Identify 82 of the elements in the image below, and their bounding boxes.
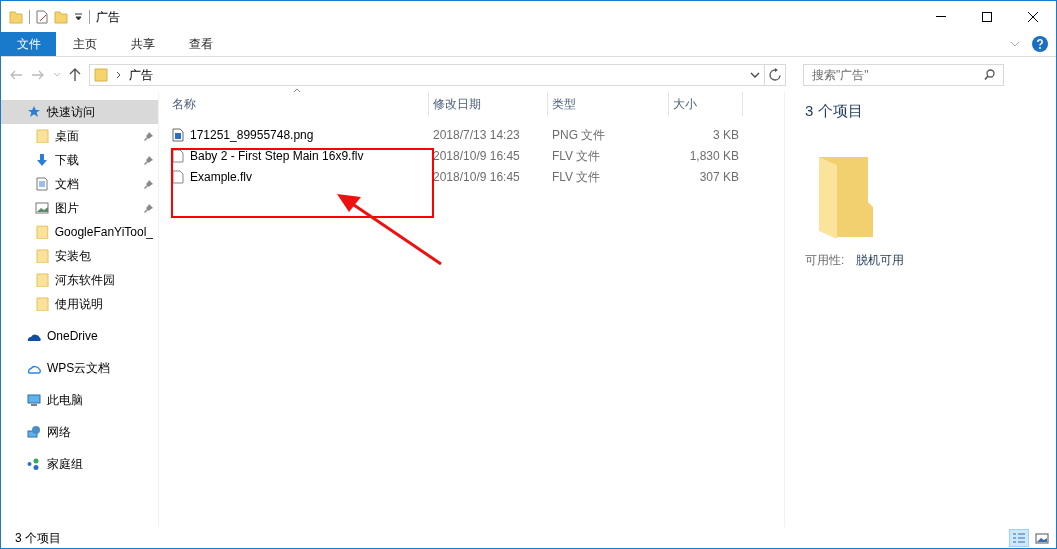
property-value: 脱机可用 xyxy=(856,251,905,269)
property-label: 可用性: xyxy=(805,251,845,269)
view-button[interactable] xyxy=(1009,528,1029,547)
folder-icon xyxy=(94,67,108,82)
dropdown-icon[interactable] xyxy=(74,12,83,21)
window-title: 广告 xyxy=(96,8,120,26)
sidebar-item[interactable]: WPS云文档 xyxy=(1,356,158,380)
pin-icon[interactable] xyxy=(144,203,153,213)
minimize-icon xyxy=(936,16,946,17)
search-icon xyxy=(984,69,995,80)
path-segment[interactable]: 广告 xyxy=(129,65,153,84)
close-icon xyxy=(1028,11,1038,22)
pin-icon[interactable] xyxy=(144,179,153,189)
file-type: FLV 文件 xyxy=(552,148,601,163)
help-icon[interactable] xyxy=(1032,36,1048,52)
sidebar-item[interactable]: 河东软件园 xyxy=(1,268,158,292)
file-type: FLV 文件 xyxy=(552,169,601,184)
sidebar-item[interactable]: 图片 xyxy=(1,196,158,220)
item-count: 3 个项目 xyxy=(805,101,864,121)
folder-icon xyxy=(35,129,49,143)
column-header[interactable]: 修改日期 xyxy=(429,92,548,116)
image-file-icon xyxy=(172,127,184,142)
sidebar-item[interactable]: 家庭组 xyxy=(1,452,158,476)
file-type: PNG 文件 xyxy=(552,127,606,142)
page-icon[interactable] xyxy=(36,9,48,24)
file-name[interactable]: Example.flv xyxy=(190,167,253,186)
homegroup-icon xyxy=(27,457,41,471)
sidebar-item[interactable]: 网络 xyxy=(1,420,158,444)
column-header[interactable]: 名称 xyxy=(168,92,429,116)
sidebar-item[interactable]: 文档 xyxy=(1,172,158,196)
sidebar-item[interactable]: GoogleFanYiTool_ xyxy=(1,220,158,244)
download-icon xyxy=(35,153,49,167)
address-bar[interactable]: 广告 xyxy=(89,63,786,86)
status-text: 3 个项目 xyxy=(15,529,61,547)
monitor-icon xyxy=(27,393,41,407)
ribbon-tab[interactable]: 共享 xyxy=(114,32,172,56)
folder-icon[interactable] xyxy=(9,9,23,24)
search-placeholder: 搜索"广告" xyxy=(812,66,869,84)
sidebar-item[interactable]: 此电脑 xyxy=(1,388,158,412)
sidebar-item[interactable]: 使用说明 xyxy=(1,292,158,316)
chevron-down-icon[interactable] xyxy=(750,71,760,78)
folder-icon xyxy=(35,249,49,263)
column-header[interactable]: 类型 xyxy=(548,92,669,116)
folder-icon xyxy=(35,273,49,287)
list-icon xyxy=(1011,530,1027,545)
sidebar-item[interactable]: 安装包 xyxy=(1,244,158,268)
forward-arrow-icon[interactable] xyxy=(31,69,45,80)
file-icon xyxy=(172,148,184,163)
sidebar-item[interactable]: OneDrive xyxy=(1,324,158,348)
file-icon xyxy=(172,169,184,184)
picture-icon xyxy=(35,201,49,215)
file-name[interactable]: 171251_89955748.png xyxy=(190,125,314,144)
pin-icon[interactable] xyxy=(144,131,153,141)
file-date: 2018/10/9 16:45 xyxy=(433,148,520,163)
column-header[interactable]: 大小 xyxy=(669,92,743,116)
up-arrow-icon[interactable] xyxy=(69,68,81,81)
maximize-icon xyxy=(982,11,992,22)
sort-caret-icon xyxy=(293,88,301,93)
star-icon xyxy=(27,105,41,119)
ribbon-tab[interactable]: 文件 xyxy=(1,32,56,56)
document-icon xyxy=(35,177,49,191)
file-name[interactable]: Baby 2 - First Step Main 16x9.flv xyxy=(190,146,364,165)
chevron-right-icon xyxy=(116,70,121,79)
file-size: 1,830 KB xyxy=(689,148,739,163)
refresh-icon[interactable] xyxy=(769,68,781,81)
folder-icon xyxy=(35,297,49,311)
back-arrow-icon[interactable] xyxy=(9,69,23,80)
ribbon-tab[interactable]: 主页 xyxy=(56,32,114,56)
sidebar-item[interactable]: 桌面 xyxy=(1,124,158,148)
network-icon xyxy=(27,425,41,439)
pin-icon[interactable] xyxy=(144,155,153,165)
sidebar-item[interactable]: 下载 xyxy=(1,148,158,172)
picture-icon xyxy=(1034,530,1050,545)
search-field[interactable]: 搜索"广告" xyxy=(803,63,1004,86)
file-size: 3 KB xyxy=(713,127,739,142)
folder-icon[interactable] xyxy=(54,9,68,24)
ribbon-tab[interactable]: 查看 xyxy=(172,32,230,56)
sidebar-item[interactable]: 快速访问 xyxy=(1,100,158,124)
file-date: 2018/7/13 14:23 xyxy=(433,127,520,142)
folder-icon xyxy=(35,225,49,239)
file-date: 2018/10/9 16:45 xyxy=(433,169,520,184)
file-size: 307 KB xyxy=(699,169,739,184)
